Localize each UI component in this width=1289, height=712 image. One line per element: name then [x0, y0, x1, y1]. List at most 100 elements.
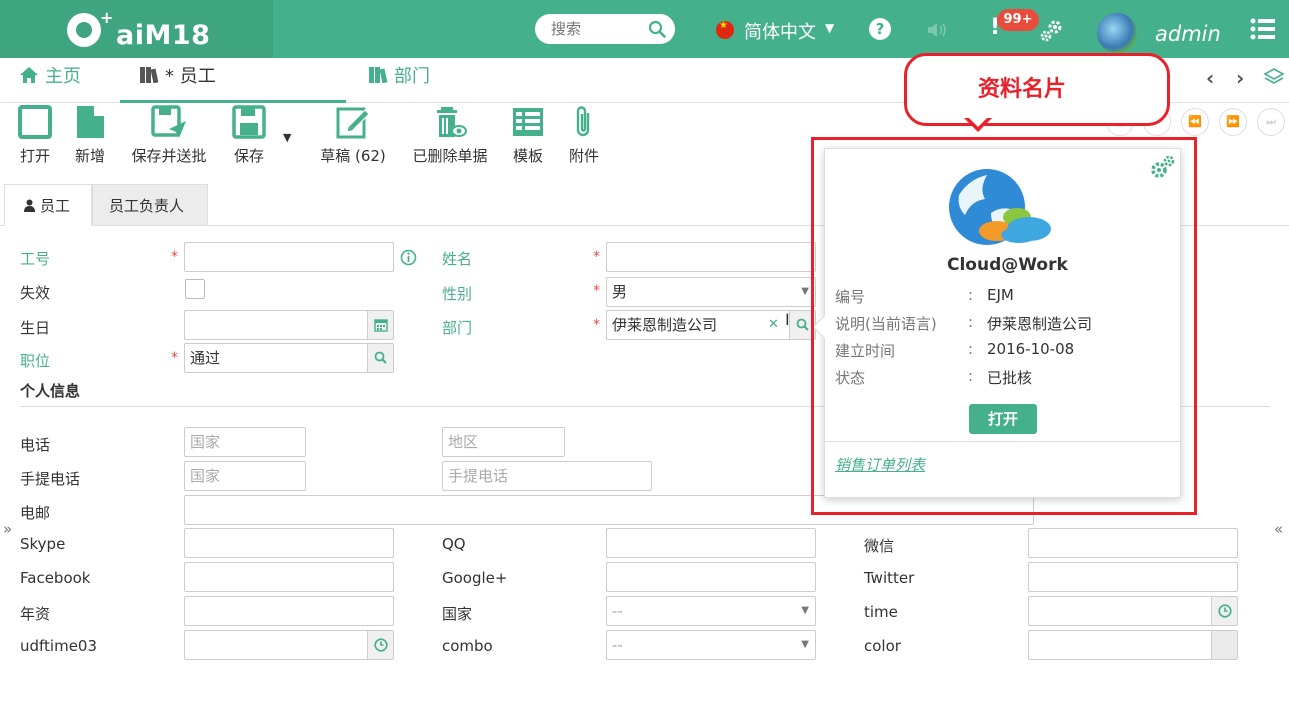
open-label: 打开: [19, 147, 50, 165]
combo-value: --: [612, 636, 623, 654]
twitter-input[interactable]: [1028, 562, 1238, 592]
open-button[interactable]: 打开: [17, 105, 53, 166]
settings-gear-icon[interactable]: [1039, 17, 1065, 43]
menu-list-icon[interactable]: [1250, 17, 1276, 41]
language-selector[interactable]: 简体中文: [744, 18, 816, 44]
new-button[interactable]: 新增: [72, 105, 108, 166]
skype-input[interactable]: [184, 528, 394, 558]
search-icon: [374, 351, 387, 364]
wechat-input[interactable]: [1028, 528, 1238, 558]
binder-icon: [140, 67, 159, 84]
search-input[interactable]: [551, 20, 646, 38]
next-record-button[interactable]: ⏩: [1219, 108, 1247, 136]
label-country: 国家: [442, 605, 473, 623]
subtab-employee[interactable]: 员工: [4, 184, 92, 226]
position-search-addon[interactable]: [367, 344, 393, 372]
save-dropdown-caret-icon[interactable]: ▼: [283, 131, 291, 144]
position-value: 通过: [190, 349, 221, 367]
label-skype: Skype: [20, 535, 66, 553]
name-input[interactable]: [606, 242, 816, 272]
save-button[interactable]: 保存: [231, 105, 267, 166]
google-input[interactable]: [606, 562, 816, 592]
qq-input[interactable]: [606, 528, 816, 558]
gender-select[interactable]: 男 ▼: [606, 277, 816, 307]
deleted-records-button[interactable]: 已删除单据: [408, 105, 492, 166]
inactive-checkbox[interactable]: [185, 279, 205, 299]
seniority-input[interactable]: [184, 596, 394, 626]
label-inactive: 失效: [20, 284, 51, 302]
calendar-icon: [374, 319, 388, 332]
label-position: 职位: [20, 352, 51, 370]
birthday-input[interactable]: [184, 310, 394, 340]
udftime-addon[interactable]: [367, 631, 393, 659]
china-flag-icon: [716, 20, 734, 39]
chevron-right-icon[interactable]: ›: [1236, 66, 1244, 90]
save-label: 保存: [233, 147, 264, 165]
clear-icon[interactable]: ✕: [768, 311, 779, 339]
label-udftime: udftime03: [20, 637, 98, 655]
draft-button[interactable]: 草稿 (62): [318, 105, 388, 166]
country-select[interactable]: -- ▼: [606, 596, 816, 626]
time-addon[interactable]: [1211, 597, 1237, 625]
subtab-employee-owner[interactable]: 员工负责人: [92, 184, 208, 226]
phone-area-input[interactable]: 地区: [442, 427, 565, 457]
search-icon[interactable]: [648, 20, 666, 38]
phone-country-input[interactable]: 国家: [184, 427, 306, 457]
tab-department[interactable]: 部门: [368, 58, 430, 103]
label-gender: 性别: [442, 285, 473, 303]
calendar-addon[interactable]: [367, 311, 393, 339]
chevron-left-icon[interactable]: ‹: [1206, 66, 1214, 90]
edit-icon: [336, 107, 370, 139]
user-name[interactable]: admin: [1155, 22, 1221, 46]
layers-icon[interactable]: [1263, 66, 1285, 88]
mobile-country-input[interactable]: 国家: [184, 461, 306, 491]
template-button[interactable]: 模板: [510, 105, 546, 166]
draft-label: 草稿 (62): [320, 147, 386, 165]
tab-employee[interactable]: * 员工: [120, 58, 346, 103]
new-document-icon: [77, 106, 104, 138]
label-google: Google+: [442, 569, 508, 587]
expand-right-icon[interactable]: «: [1274, 520, 1283, 538]
time-input[interactable]: [1028, 596, 1238, 626]
highlight-frame: [811, 137, 1197, 515]
label-name: 姓名: [442, 250, 473, 268]
info-icon[interactable]: [400, 249, 417, 266]
prev-record-button[interactable]: ⏪: [1181, 108, 1209, 136]
expand-left-icon[interactable]: »: [3, 520, 12, 538]
callout-text: 资料名片: [978, 77, 1067, 102]
position-input[interactable]: 通过: [184, 343, 394, 373]
required-mark: *: [171, 249, 178, 265]
chevron-down-icon[interactable]: ▼: [825, 21, 834, 35]
color-swatch[interactable]: [1211, 631, 1237, 659]
label-birthday: 生日: [20, 319, 51, 337]
gender-value: 男: [612, 283, 628, 301]
combo-select[interactable]: -- ▼: [606, 630, 816, 660]
volume-icon[interactable]: [926, 20, 950, 40]
help-icon[interactable]: ?: [869, 18, 891, 40]
required-mark: *: [593, 317, 600, 333]
department-value: 伊莱恩制造公司: [612, 316, 718, 334]
attachment-button[interactable]: 附件: [566, 105, 602, 166]
chevron-down-icon: ▼: [801, 639, 809, 650]
color-input[interactable]: [1028, 630, 1238, 660]
mobile-input[interactable]: 手提电话: [442, 461, 652, 491]
facebook-input[interactable]: [184, 562, 394, 592]
udftime-input[interactable]: [184, 630, 394, 660]
search-box[interactable]: [535, 14, 675, 44]
label-color: color: [864, 637, 901, 655]
avatar[interactable]: [1097, 13, 1137, 53]
code-input[interactable]: [184, 242, 394, 272]
subtab-owner-label: 员工负责人: [109, 197, 185, 215]
label-time: time: [864, 603, 898, 621]
save-and-submit-button[interactable]: 保存并送批: [127, 105, 211, 166]
last-record-button[interactable]: ⏭: [1257, 108, 1285, 136]
section-personal-info: 个人信息: [20, 382, 81, 400]
tab-employee-label: * 员工: [165, 66, 216, 87]
label-combo: combo: [442, 637, 493, 655]
label-department: 部门: [442, 319, 473, 337]
tab-home[interactable]: 主页: [19, 58, 81, 103]
clock-icon: [374, 638, 388, 652]
label-twitter: Twitter: [864, 569, 915, 587]
notification-badge[interactable]: 99+: [997, 9, 1039, 31]
logo[interactable]: + aiM18: [0, 0, 273, 58]
